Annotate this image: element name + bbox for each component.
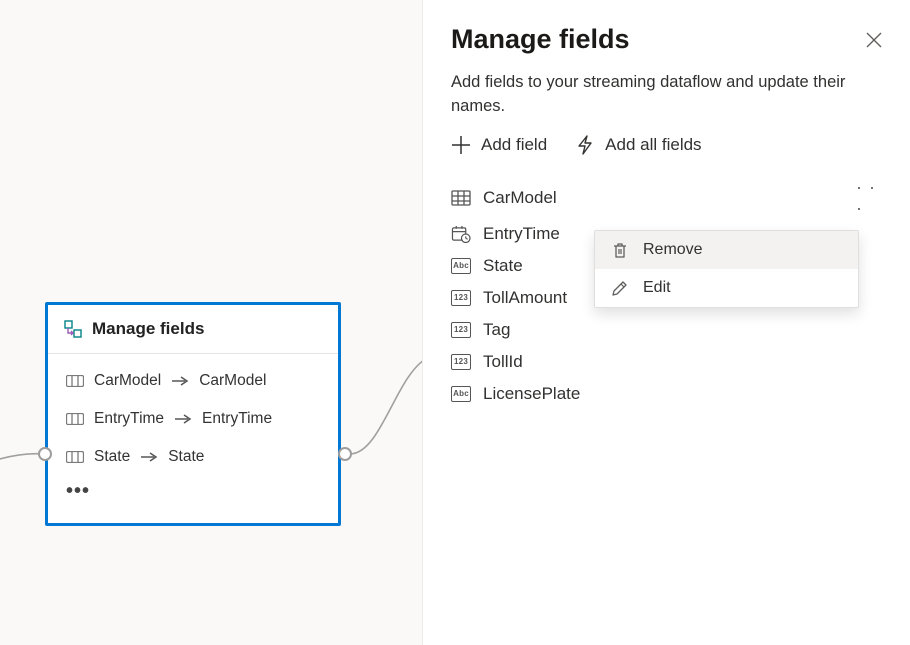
add-all-fields-label: Add all fields	[605, 135, 701, 155]
column-icon	[66, 451, 84, 463]
mapping-target: State	[168, 448, 204, 466]
add-all-fields-button[interactable]: Add all fields	[575, 135, 701, 155]
context-menu-label: Edit	[643, 279, 671, 297]
plus-icon	[451, 135, 471, 155]
node-mapping-row[interactable]: State State	[48, 438, 338, 476]
mapping-source: State	[94, 448, 130, 466]
node-output-port[interactable]	[338, 447, 352, 461]
field-row-tollid[interactable]: 123 TollId	[451, 347, 880, 377]
node-title: Manage fields	[92, 319, 204, 339]
pencil-icon	[611, 279, 629, 297]
node-more-mappings[interactable]: •••	[48, 476, 338, 513]
arrow-right-icon	[140, 452, 158, 462]
context-menu-label: Remove	[643, 241, 703, 259]
diagram-canvas[interactable]: Manage fields CarModel CarModel EntryTim…	[0, 0, 423, 645]
panel-description: Add fields to your streaming dataflow an…	[451, 71, 880, 119]
field-row-tag[interactable]: 123 Tag	[451, 315, 880, 345]
node-mapping-row[interactable]: EntryTime EntryTime	[48, 400, 338, 438]
number-type-icon: 123	[451, 353, 471, 371]
text-type-icon: Abc	[451, 385, 471, 403]
mapping-target: CarModel	[199, 372, 266, 390]
field-name: LicensePlate	[483, 384, 580, 404]
mapping-target: EntryTime	[202, 410, 272, 428]
field-name: EntryTime	[483, 224, 560, 244]
context-menu-remove[interactable]: Remove	[595, 231, 858, 269]
field-row-carmodel[interactable]: CarModel · · ·	[451, 179, 880, 217]
manage-fields-icon	[64, 320, 82, 338]
field-more-button[interactable]: · · ·	[856, 184, 884, 212]
mapping-source: CarModel	[94, 372, 161, 390]
arrow-right-icon	[171, 376, 189, 386]
context-menu-edit[interactable]: Edit	[595, 269, 858, 307]
close-icon	[866, 32, 882, 48]
close-button[interactable]	[860, 26, 888, 54]
trash-icon	[611, 241, 629, 259]
field-row-licenseplate[interactable]: Abc LicensePlate	[451, 379, 880, 409]
field-name: Tag	[483, 320, 510, 340]
panel-actions: Add field Add all fields	[451, 135, 880, 155]
datetime-type-icon	[451, 225, 471, 243]
field-context-menu: Remove Edit	[594, 230, 859, 308]
manage-fields-node[interactable]: Manage fields CarModel CarModel EntryTim…	[45, 302, 341, 526]
add-field-button[interactable]: Add field	[451, 135, 547, 155]
column-icon	[66, 413, 84, 425]
add-field-label: Add field	[481, 135, 547, 155]
field-name: TollAmount	[483, 288, 567, 308]
mapping-source: EntryTime	[94, 410, 164, 428]
bolt-icon	[575, 135, 595, 155]
panel-title: Manage fields	[451, 24, 880, 55]
number-type-icon: 123	[451, 289, 471, 307]
field-name: CarModel	[483, 188, 557, 208]
field-name: TollId	[483, 352, 523, 372]
column-icon	[66, 375, 84, 387]
manage-fields-panel: Manage fields Add fields to your streami…	[423, 0, 910, 645]
table-type-icon	[451, 189, 471, 207]
text-type-icon: Abc	[451, 257, 471, 275]
node-input-port[interactable]	[38, 447, 52, 461]
node-header: Manage fields	[48, 305, 338, 354]
field-name: State	[483, 256, 523, 276]
number-type-icon: 123	[451, 321, 471, 339]
node-mapping-row[interactable]: CarModel CarModel	[48, 362, 338, 400]
node-mappings-list: CarModel CarModel EntryTime EntryTime St…	[48, 354, 338, 523]
arrow-right-icon	[174, 414, 192, 424]
